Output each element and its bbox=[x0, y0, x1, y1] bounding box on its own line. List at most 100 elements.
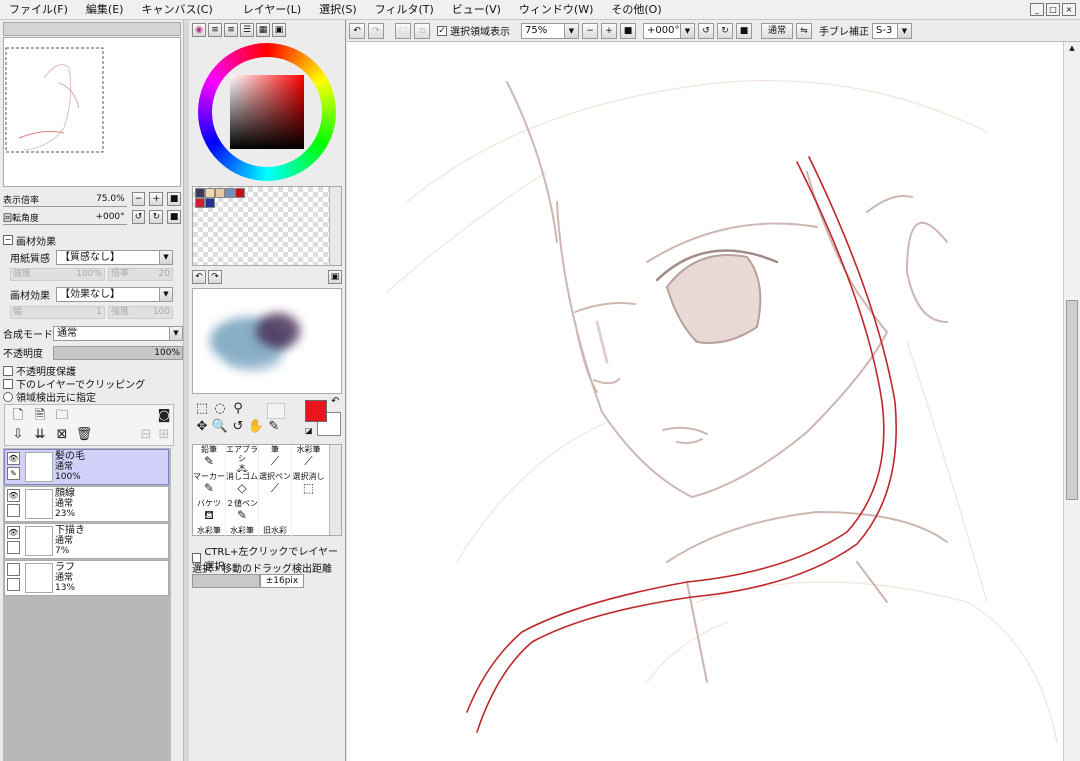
navigator-rotate-value[interactable]: +000° bbox=[52, 212, 124, 222]
copy-layer-icon[interactable]: ⇊ bbox=[31, 426, 49, 444]
eye-icon[interactable]: 👁 bbox=[7, 452, 20, 465]
toolbar-rotate-left-button[interactable]: ↺ bbox=[698, 22, 714, 39]
color-wheel-tab[interactable]: ◉ bbox=[192, 23, 206, 37]
material-section-header[interactable]: − 画材効果 bbox=[3, 233, 56, 248]
swatch-scrollbar[interactable] bbox=[329, 187, 341, 265]
color-swatch[interactable] bbox=[195, 188, 205, 198]
scroll-thumb[interactable] bbox=[1066, 300, 1078, 500]
paper-strength-field[interactable]: 強度 100% bbox=[10, 268, 105, 281]
zoom-out-button[interactable]: − bbox=[131, 192, 146, 206]
invert-select-button[interactable]: ▫ bbox=[414, 22, 430, 39]
rect-select-icon[interactable]: ⬚ bbox=[193, 400, 211, 418]
merge-down-icon[interactable]: ⇩ bbox=[9, 426, 27, 444]
menu-layer[interactable]: レイヤー(L) bbox=[234, 0, 310, 20]
effect-select[interactable]: 【効果なし】 ▼ bbox=[56, 287, 173, 302]
scroll-up-arrow[interactable]: ▲ bbox=[1066, 44, 1078, 56]
scratch-new-icon[interactable]: ↶ bbox=[192, 270, 206, 284]
hsv-slider-tab[interactable]: ≡ bbox=[224, 23, 238, 37]
brush-tool-slot[interactable]: 消しゴム ◇ bbox=[226, 472, 259, 499]
menu-filter[interactable]: フィルタ(T) bbox=[366, 0, 443, 20]
brush-lock-icon[interactable]: ✎ bbox=[7, 467, 20, 480]
new-layer-icon[interactable]: 🗋 bbox=[9, 407, 27, 425]
brush-tool-slot[interactable] bbox=[292, 499, 325, 526]
blend-mode-select[interactable]: 通常 ▼ bbox=[53, 326, 183, 341]
effect-width-field[interactable]: 幅1 bbox=[10, 306, 105, 319]
color-swatch[interactable] bbox=[195, 198, 205, 208]
brush-tool-slot[interactable]: マーカー ✎ bbox=[193, 472, 226, 499]
magic-wand-icon[interactable]: ⚲ bbox=[229, 400, 247, 418]
redo-button[interactable]: ↷ bbox=[368, 22, 384, 39]
foreground-color-swatch[interactable] bbox=[305, 400, 327, 422]
deselect-button[interactable]: ⬚ bbox=[395, 22, 411, 39]
menu-other[interactable]: その他(O) bbox=[602, 0, 670, 20]
rotate-left-button[interactable]: ↺ bbox=[131, 210, 146, 224]
swatch-grid[interactable] bbox=[192, 186, 342, 266]
lock-checkbox[interactable] bbox=[7, 541, 20, 554]
opacity-slider[interactable]: 100% bbox=[53, 345, 183, 360]
brush-tool-slot[interactable]: 鉛筆 ✎ bbox=[193, 445, 226, 472]
eyedropper-icon[interactable]: ✎ bbox=[265, 418, 283, 436]
drag-distance-slider[interactable] bbox=[192, 574, 260, 588]
menu-file[interactable]: ファイル(F) bbox=[0, 0, 77, 20]
eye-icon[interactable]: 👁 bbox=[7, 489, 20, 502]
zoom-in-button[interactable]: + bbox=[149, 192, 164, 206]
rotate-reset-button[interactable]: ■ bbox=[167, 210, 182, 224]
reset-colors-icon[interactable]: ◪ bbox=[305, 426, 313, 435]
color-swatch[interactable] bbox=[225, 188, 235, 198]
trash-icon[interactable]: 🗑 bbox=[75, 426, 93, 444]
menu-view[interactable]: ビュー(V) bbox=[443, 0, 510, 20]
new-raster-layer-icon[interactable]: 🗎 bbox=[31, 407, 49, 425]
color-swatch[interactable] bbox=[235, 188, 245, 198]
stabilizer-select[interactable]: S-3 ▼ bbox=[872, 22, 912, 39]
brush-tool-slot[interactable] bbox=[259, 499, 292, 526]
flip-button[interactable]: ⇋ bbox=[796, 22, 812, 39]
layer-option-icon[interactable]: ⊟ bbox=[137, 426, 155, 444]
zoom-reset-button[interactable]: ■ bbox=[167, 192, 182, 206]
move-icon[interactable]: ✥ bbox=[193, 418, 211, 436]
paper-texture-select[interactable]: 【質感なし】 ▼ bbox=[56, 250, 173, 265]
color-swatch[interactable] bbox=[205, 198, 215, 208]
layer-item[interactable]: 👁 顔線 通常 23% bbox=[4, 486, 169, 522]
lasso-icon[interactable]: ◌ bbox=[211, 400, 229, 418]
color-swatch[interactable] bbox=[215, 188, 225, 198]
maximize-button[interactable]: □ bbox=[1046, 3, 1060, 16]
brush-tool-slot[interactable]: ２値ペン ✎ bbox=[226, 499, 259, 526]
brush-tool-slot[interactable]: 水彩筆 ⟋ bbox=[292, 445, 325, 472]
toolbar-zoom-out-button[interactable]: − bbox=[582, 22, 598, 39]
rotate-select[interactable]: +000° ▼ bbox=[643, 22, 695, 39]
zoom-icon[interactable]: 🔍 bbox=[211, 418, 229, 436]
brush-tool-slot[interactable]: 選択消し ⬚ bbox=[292, 472, 325, 499]
visibility-checkbox[interactable] bbox=[7, 563, 20, 576]
mix-tab[interactable]: ☰ bbox=[240, 23, 254, 37]
layer-item[interactable]: 👁 ✎ 髪の毛 通常 100% bbox=[4, 449, 169, 485]
toolbar-rotate-reset-button[interactable]: ■ bbox=[736, 22, 752, 39]
zoom-select[interactable]: 75% ▼ bbox=[521, 22, 579, 39]
minimize-button[interactable]: _ bbox=[1030, 3, 1044, 16]
menu-select[interactable]: 選択(S) bbox=[310, 0, 366, 20]
clipping-checkbox[interactable] bbox=[3, 378, 13, 389]
hand-icon[interactable]: ✋ bbox=[247, 418, 265, 436]
canvas-scrollbar[interactable]: ▲ bbox=[1063, 42, 1080, 761]
toolbar-zoom-in-button[interactable]: + bbox=[601, 22, 617, 39]
blend-display-button[interactable]: 通常 bbox=[761, 22, 793, 39]
layer-option2-icon[interactable]: ⊞ bbox=[155, 426, 173, 444]
tool-grid-scrollbar[interactable] bbox=[329, 445, 341, 535]
color-wheel[interactable] bbox=[198, 43, 336, 181]
navigator-zoom-slider[interactable] bbox=[3, 206, 127, 209]
scratch-pad[interactable] bbox=[192, 288, 342, 394]
layer-mask-icon[interactable]: ◙ bbox=[155, 407, 173, 425]
source-row[interactable]: 領域検出元に指定 bbox=[3, 389, 96, 404]
close-button[interactable]: × bbox=[1062, 3, 1076, 16]
lock-checkbox[interactable] bbox=[7, 578, 20, 591]
toolbar-rotate-right-button[interactable]: ↻ bbox=[717, 22, 733, 39]
swap-colors-icon[interactable]: ↶ bbox=[331, 396, 339, 407]
swatch-tab[interactable]: ▦ bbox=[256, 23, 270, 37]
rgb-slider-tab[interactable]: ≡ bbox=[208, 23, 222, 37]
navigator-zoom-value[interactable]: 75.0% bbox=[52, 194, 125, 204]
brush-tool-slot[interactable]: エアブラシ ⁂ bbox=[226, 445, 259, 472]
undo-button[interactable]: ↶ bbox=[349, 22, 365, 39]
menu-canvas[interactable]: キャンバス(C) bbox=[132, 0, 221, 20]
navigator-preview[interactable] bbox=[3, 37, 181, 187]
clear-layer-icon[interactable]: ⊠ bbox=[53, 426, 71, 444]
color-swatch[interactable] bbox=[205, 188, 215, 198]
